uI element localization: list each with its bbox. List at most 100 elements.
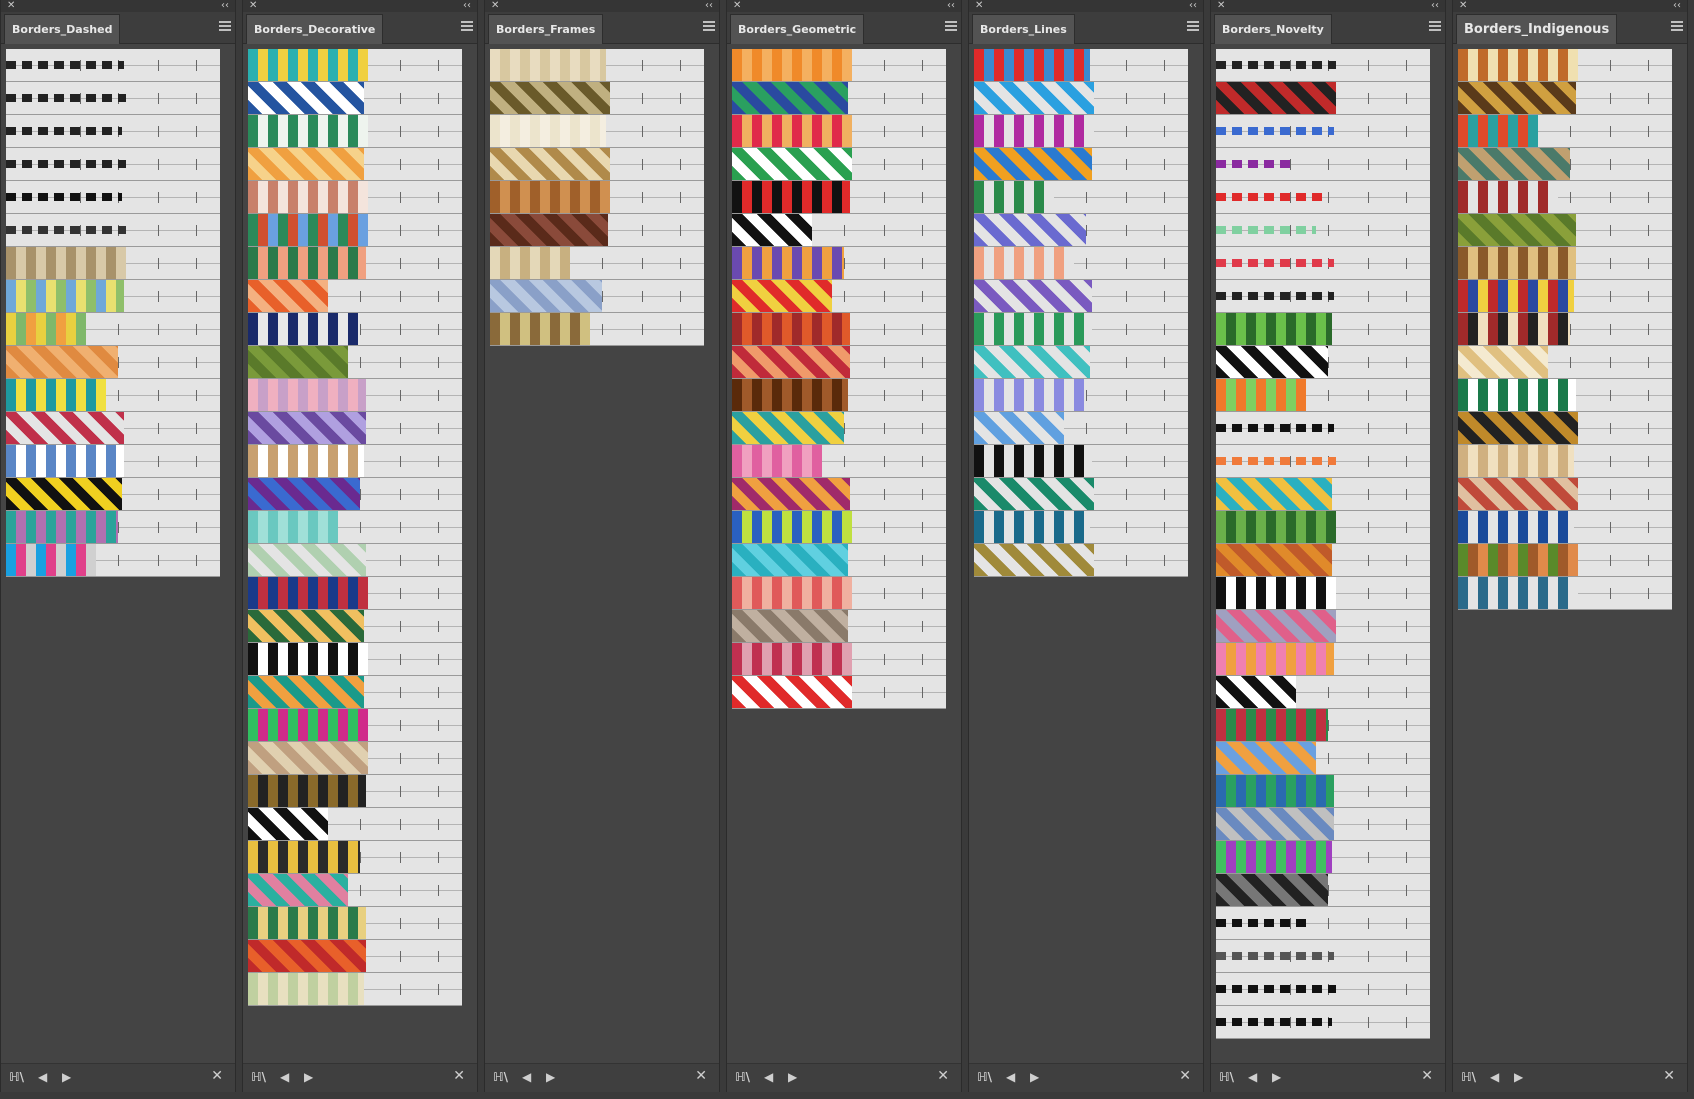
panel-tab[interactable]: Borders_Frames [488,14,604,44]
border-swatch[interactable] [732,346,946,379]
border-swatch[interactable] [6,115,220,148]
border-swatch[interactable] [248,379,462,412]
next-library-icon[interactable]: ▶ [304,1070,313,1084]
border-swatch[interactable] [1216,709,1430,742]
border-swatch[interactable] [1216,676,1430,709]
border-swatch[interactable] [1216,808,1430,841]
border-swatch[interactable] [1458,115,1672,148]
previous-library-icon[interactable]: ◀ [1006,1070,1015,1084]
border-swatch[interactable] [248,148,462,181]
border-swatch[interactable] [248,643,462,676]
border-swatch[interactable] [732,445,946,478]
border-swatch[interactable] [732,313,946,346]
border-swatch[interactable] [974,181,1188,214]
border-swatch[interactable] [248,280,462,313]
panel-titlebar[interactable]: ✕ ‹‹ [485,0,719,12]
next-library-icon[interactable]: ▶ [1030,1070,1039,1084]
border-swatch[interactable] [1216,214,1430,247]
border-swatch[interactable] [248,478,462,511]
border-swatch[interactable] [6,478,220,511]
collapse-icon[interactable]: ‹‹ [1431,0,1439,12]
border-swatch[interactable] [248,907,462,940]
border-swatch[interactable] [732,412,946,445]
border-swatch[interactable] [1458,412,1672,445]
border-swatch[interactable] [732,511,946,544]
border-swatch[interactable] [732,82,946,115]
border-swatch[interactable] [1216,115,1430,148]
border-swatch[interactable] [974,115,1188,148]
border-swatch[interactable] [490,214,704,247]
border-swatch[interactable] [6,82,220,115]
library-menu-icon[interactable]: ℍ\ [735,1070,750,1084]
panel-tab[interactable]: Borders_Novelty [1214,14,1332,44]
close-icon[interactable]: ✕ [975,0,983,12]
library-menu-icon[interactable]: ℍ\ [977,1070,992,1084]
close-icon[interactable]: ✕ [7,0,15,12]
border-swatch[interactable] [248,82,462,115]
border-swatch[interactable] [490,313,704,346]
border-swatch[interactable] [248,181,462,214]
previous-library-icon[interactable]: ◀ [1490,1070,1499,1084]
panel-titlebar[interactable]: ✕ ‹‹ [1211,0,1445,12]
border-swatch[interactable] [248,940,462,973]
border-swatch[interactable] [490,115,704,148]
panel-tab[interactable]: Borders_Lines [972,14,1075,44]
border-swatch[interactable] [1216,610,1430,643]
close-icon[interactable]: ✕ [491,0,499,12]
border-swatch[interactable] [248,115,462,148]
border-swatch[interactable] [974,346,1188,379]
close-icon[interactable]: ✕ [1217,0,1225,12]
border-swatch[interactable] [1216,412,1430,445]
library-menu-icon[interactable]: ℍ\ [1219,1070,1234,1084]
border-swatch[interactable] [732,247,946,280]
delete-icon[interactable]: ✕ [1179,1068,1191,1084]
border-swatch[interactable] [6,313,220,346]
border-swatch[interactable] [6,247,220,280]
border-swatch[interactable] [248,808,462,841]
delete-icon[interactable]: ✕ [695,1068,707,1084]
next-library-icon[interactable]: ▶ [788,1070,797,1084]
previous-library-icon[interactable]: ◀ [764,1070,773,1084]
border-swatch[interactable] [974,148,1188,181]
border-swatch[interactable] [974,313,1188,346]
border-swatch[interactable] [1216,544,1430,577]
library-menu-icon[interactable]: ℍ\ [493,1070,508,1084]
border-swatch[interactable] [1216,511,1430,544]
previous-library-icon[interactable]: ◀ [38,1070,47,1084]
border-swatch[interactable] [6,412,220,445]
border-swatch[interactable] [1216,313,1430,346]
border-swatch[interactable] [732,610,946,643]
border-swatch[interactable] [1216,148,1430,181]
border-swatch[interactable] [6,214,220,247]
border-swatch[interactable] [248,247,462,280]
delete-icon[interactable]: ✕ [211,1068,223,1084]
close-icon[interactable]: ✕ [733,0,741,12]
border-swatch[interactable] [1216,181,1430,214]
border-swatch[interactable] [974,214,1188,247]
border-swatch[interactable] [1216,346,1430,379]
border-swatch[interactable] [490,280,704,313]
next-library-icon[interactable]: ▶ [546,1070,555,1084]
border-swatch[interactable] [1458,82,1672,115]
collapse-icon[interactable]: ‹‹ [1673,0,1681,12]
panel-titlebar[interactable]: ✕ ‹‹ [727,0,961,12]
library-menu-icon[interactable]: ℍ\ [251,1070,266,1084]
border-swatch[interactable] [974,82,1188,115]
border-swatch[interactable] [490,49,704,82]
border-swatch[interactable] [490,181,704,214]
library-menu-icon[interactable]: ℍ\ [1461,1070,1476,1084]
border-swatch[interactable] [732,676,946,709]
delete-icon[interactable]: ✕ [1421,1068,1433,1084]
border-swatch[interactable] [974,280,1188,313]
border-swatch[interactable] [974,511,1188,544]
close-icon[interactable]: ✕ [1459,0,1467,12]
border-swatch[interactable] [1458,478,1672,511]
next-library-icon[interactable]: ▶ [1514,1070,1523,1084]
border-swatch[interactable] [1216,577,1430,610]
panel-menu-icon[interactable] [1187,21,1199,32]
border-swatch[interactable] [974,379,1188,412]
collapse-icon[interactable]: ‹‹ [463,0,471,12]
panel-menu-icon[interactable] [1429,21,1441,32]
border-swatch[interactable] [1216,1006,1430,1039]
border-swatch[interactable] [732,49,946,82]
